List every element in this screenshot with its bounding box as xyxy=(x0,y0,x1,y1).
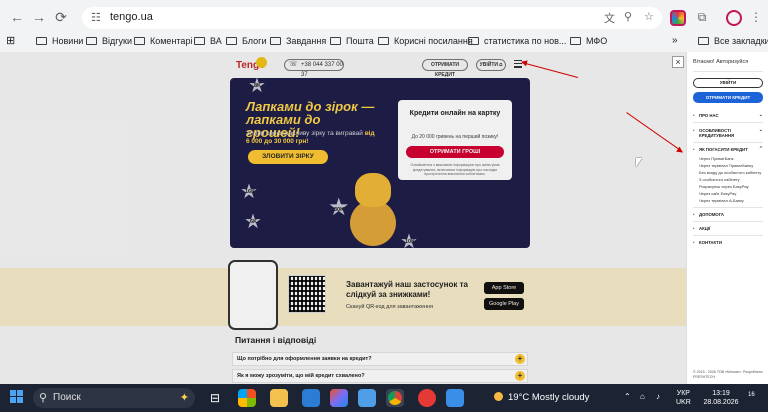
folder-icon xyxy=(134,37,145,45)
notification-badge[interactable]: 16 xyxy=(748,392,755,398)
language-indicator[interactable]: УКР UKR xyxy=(676,389,691,407)
taskbar-search[interactable]: ⚲ Поиск ✦ xyxy=(33,388,195,408)
submenu-item[interactable]: Через ПриватБанк xyxy=(699,156,733,161)
folder-icon xyxy=(698,37,709,45)
extension-icon[interactable] xyxy=(670,10,686,26)
puzzle-icon[interactable]: ⧉ xyxy=(694,10,710,26)
chevron-down-icon: ⌄ xyxy=(758,127,763,133)
divider xyxy=(693,221,763,222)
submenu-item[interactable]: Через термінал А-Банку xyxy=(699,198,744,203)
folder-icon xyxy=(86,37,97,45)
divider xyxy=(693,207,763,208)
divider xyxy=(693,235,763,236)
network-icon[interactable]: ⌂ xyxy=(640,392,645,401)
bookmark-item[interactable]: Коментарі xyxy=(134,33,192,49)
bookmark-item[interactable]: Блоги xyxy=(226,33,266,49)
outlook-icon[interactable] xyxy=(302,389,320,407)
volume-icon[interactable]: ♪ xyxy=(656,392,660,401)
copilot-icon[interactable] xyxy=(330,389,348,407)
panel-copyright: © 2015 - 2026 ТОВ «Мілоан». Розроблено F… xyxy=(693,370,763,379)
bookmark-star-icon[interactable]: ☆ xyxy=(644,10,654,23)
file-explorer-icon[interactable] xyxy=(270,389,288,407)
nav-row: ← → ⟳ ☷ tengo.ua 文 ⚲ ☆ ⧉ ⋮ xyxy=(0,6,768,30)
folder-icon xyxy=(570,37,581,45)
page-viewport: Tengo ☏ +38 044 337 00 37 ОТРИМАТИ КРЕДИТ… xyxy=(0,52,686,384)
all-bookmarks[interactable]: Все закладки xyxy=(698,33,768,49)
menu-item-repay[interactable]: ЯК ПОГАСИТИ КРЕДИТ⌃ xyxy=(693,146,763,153)
translate-icon[interactable]: 文 xyxy=(604,10,615,26)
menu-item-features[interactable]: ОСОБЛИВОСТІ КРЕДИТУВАННЯ⌄ xyxy=(693,127,763,139)
weather-widget[interactable]: 19°C Mostly cloudy xyxy=(494,392,589,403)
menu-item-promos[interactable]: АКЦІЇ xyxy=(693,226,763,231)
submenu-item[interactable]: Через термінал ПриватБанку xyxy=(699,163,753,168)
divider xyxy=(693,142,763,143)
menu-item-help[interactable]: ДОПОМОГА xyxy=(693,212,763,217)
bookmark-item[interactable]: Відгуки xyxy=(86,33,132,49)
menu-overlay[interactable] xyxy=(0,52,686,384)
address-bar[interactable]: ☷ tengo.ua 文 ⚲ ☆ xyxy=(82,7,662,29)
forward-icon[interactable]: → xyxy=(28,6,50,28)
menu-item-about[interactable]: ПРО НАС⌄ xyxy=(693,112,763,119)
submenu-item[interactable]: Розрахунок через EasyPay xyxy=(699,184,749,189)
notes-app-icon[interactable] xyxy=(358,389,376,407)
apps-grid-icon[interactable]: ⊞ xyxy=(6,33,15,49)
panel-greeting: Вітаємо! Авторизуйся xyxy=(693,59,749,65)
site-info-icon[interactable]: ☷ xyxy=(91,11,101,24)
telegram-icon[interactable] xyxy=(446,389,464,407)
mouse-cursor xyxy=(636,158,642,167)
submenu-item[interactable]: Через сайт EasyPay xyxy=(699,191,736,196)
windows-start-icon[interactable] xyxy=(10,390,24,404)
bookmark-item[interactable]: МФО xyxy=(570,33,607,49)
search-icon: ⚲ xyxy=(39,392,48,404)
side-menu-panel: Вітаємо! Авторизуйся УВІЙТИ ОТРИМАТИ КРЕ… xyxy=(686,52,768,384)
divider xyxy=(693,71,763,72)
bookmark-item[interactable]: Корисні посилання xyxy=(378,33,473,49)
weather-sun-icon xyxy=(494,392,503,401)
close-menu-icon[interactable]: × xyxy=(672,56,684,68)
bookmark-item[interactable]: Завдання xyxy=(270,33,326,49)
bookmark-item[interactable]: статистика по нов... xyxy=(468,33,566,49)
panel-login-button[interactable]: УВІЙТИ xyxy=(693,78,763,88)
chevron-up-icon: ⌃ xyxy=(758,146,763,152)
folder-icon xyxy=(270,37,281,45)
windows-taskbar: ⚲ Поиск ✦ ⊟ 19°C Mostly cloudy ⌃ ⌂ ♪ УКР… xyxy=(0,384,768,412)
divider xyxy=(693,122,763,123)
browser-toolbar: ← → ⟳ ☷ tengo.ua 文 ⚲ ☆ ⧉ ⋮ ⊞ Новини Відг… xyxy=(0,0,768,52)
bookmark-item[interactable]: Пошта xyxy=(330,33,374,49)
chevron-down-icon: ⌄ xyxy=(758,112,763,118)
chrome-icon[interactable] xyxy=(386,389,404,407)
menu-dots-icon[interactable]: ⋮ xyxy=(748,10,764,26)
more-bookmarks[interactable]: » xyxy=(672,33,678,49)
url-text[interactable]: tengo.ua xyxy=(110,11,153,23)
folder-icon xyxy=(194,37,205,45)
profile-icon[interactable] xyxy=(726,10,742,26)
panel-get-credit-button[interactable]: ОТРИМАТИ КРЕДИТ xyxy=(693,92,763,103)
submenu-item[interactable]: З особистого кабінету xyxy=(699,177,740,182)
bookmark-item[interactable]: ВА xyxy=(194,33,222,49)
vpn-app-icon[interactable] xyxy=(418,389,436,407)
menu-item-contacts[interactable]: КОНТАКТИ xyxy=(693,240,763,245)
folder-icon xyxy=(468,37,479,45)
folder-icon xyxy=(36,37,47,45)
zoom-icon[interactable]: ⚲ xyxy=(624,10,632,23)
search-highlight-icon: ✦ xyxy=(179,392,189,404)
taskbar-clock[interactable]: 13:19 28.08.2026 xyxy=(700,389,742,407)
submenu-item[interactable]: Без входу до особистого кабінету xyxy=(699,170,761,175)
bookmark-item[interactable]: Новини xyxy=(36,33,83,49)
reload-icon[interactable]: ⟳ xyxy=(50,6,72,28)
folder-icon xyxy=(378,37,389,45)
tray-chevron-icon[interactable]: ⌃ xyxy=(624,392,631,401)
task-view-icon[interactable]: ⊟ xyxy=(206,389,224,407)
bookmarks-bar: ⊞ Новини Відгуки Коментарі ВА Блоги Завд… xyxy=(0,32,768,50)
folder-icon xyxy=(226,37,237,45)
folder-icon xyxy=(330,37,341,45)
back-icon[interactable]: ← xyxy=(6,6,28,28)
store-app-icon[interactable] xyxy=(238,389,256,407)
